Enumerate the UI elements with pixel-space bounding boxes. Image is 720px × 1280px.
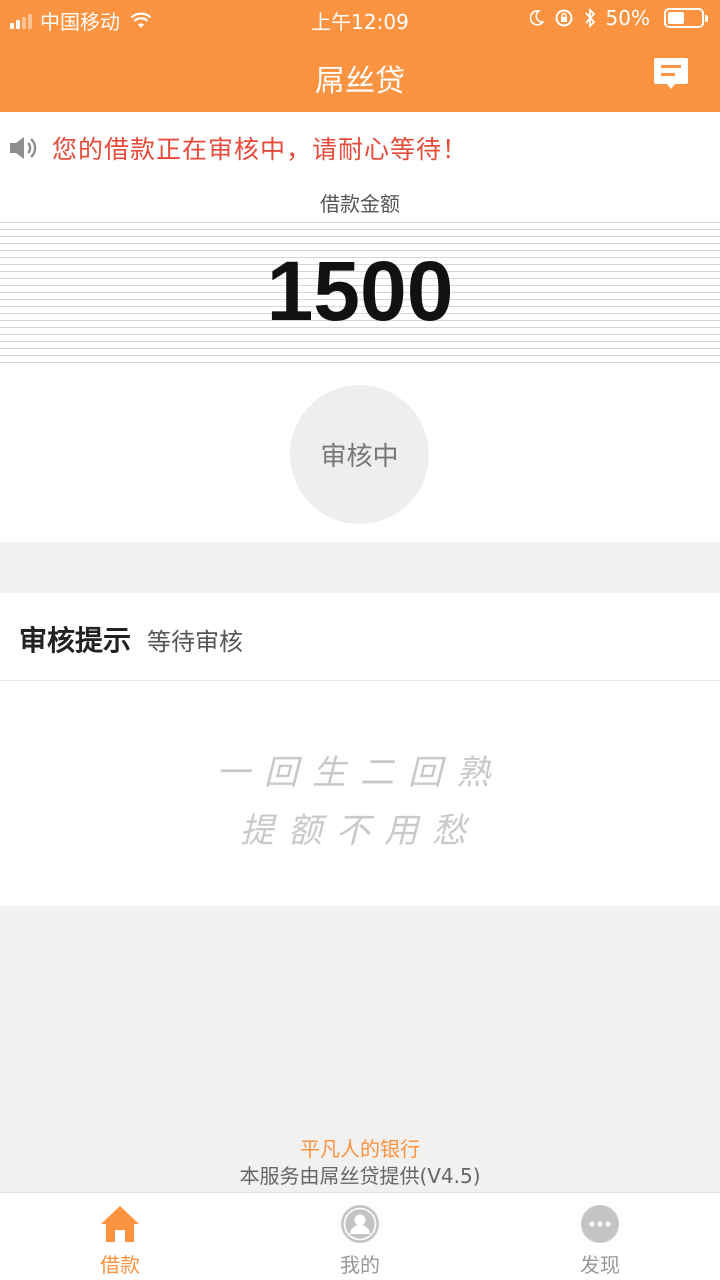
slogan-line-2: 提额不用愁 <box>240 811 480 851</box>
review-tips-title: 审核提示 <box>19 624 132 657</box>
loan-card: 您的借款正在审核中，请耐心等待！ 借款金额 1500 审核中 <box>0 112 720 542</box>
footer-tagline: 平凡人的银行 <box>300 1137 420 1161</box>
tab-mine[interactable]: 我的 <box>240 1193 480 1280</box>
page-title: 屌丝贷 <box>315 64 405 99</box>
more-icon <box>581 1205 619 1243</box>
notice-text: 您的借款正在审核中，请耐心等待！ <box>52 135 469 164</box>
tab-label: 我的 <box>340 1253 380 1277</box>
nav-bar: 屌丝贷 <box>0 38 720 112</box>
battery-icon <box>664 8 708 28</box>
battery-fill <box>668 12 684 24</box>
review-tips-subtitle: 等待审核 <box>147 628 244 656</box>
divider <box>0 680 720 681</box>
tab-label: 借款 <box>100 1253 140 1277</box>
tab-loan[interactable]: 借款 <box>0 1193 240 1280</box>
profile-icon <box>341 1205 379 1243</box>
tab-label: 发现 <box>580 1253 620 1277</box>
status-bar: 中国移动 上午12:09 50% <box>0 0 720 38</box>
slogan-line-1: 一回生二回熟 <box>216 753 504 793</box>
notice-bar: 您的借款正在审核中，请耐心等待！ <box>8 130 468 166</box>
review-tips-header: 审核提示 等待审核 <box>19 619 243 659</box>
amount-value: 1500 <box>266 244 454 338</box>
moon-icon <box>529 10 544 26</box>
message-icon[interactable] <box>652 56 690 92</box>
home-icon <box>101 1206 139 1242</box>
tab-bar: 借款 我的 发现 <box>0 1192 720 1280</box>
speaker-icon <box>10 137 37 159</box>
rotation-lock-icon <box>555 9 573 27</box>
footer-credit: 本服务由屌丝贷提供(V4.5) <box>239 1164 481 1188</box>
amount-label: 借款金额 <box>320 192 400 216</box>
status-right: 50% <box>529 6 708 30</box>
review-status-badge: 审核中 <box>290 385 429 524</box>
review-tips-card: 审核提示 等待审核 一回生二回熟 提额不用愁 <box>0 593 720 906</box>
battery-percent: 50% <box>605 6 650 30</box>
tab-discover[interactable]: 发现 <box>480 1193 720 1280</box>
bluetooth-icon <box>584 8 595 28</box>
